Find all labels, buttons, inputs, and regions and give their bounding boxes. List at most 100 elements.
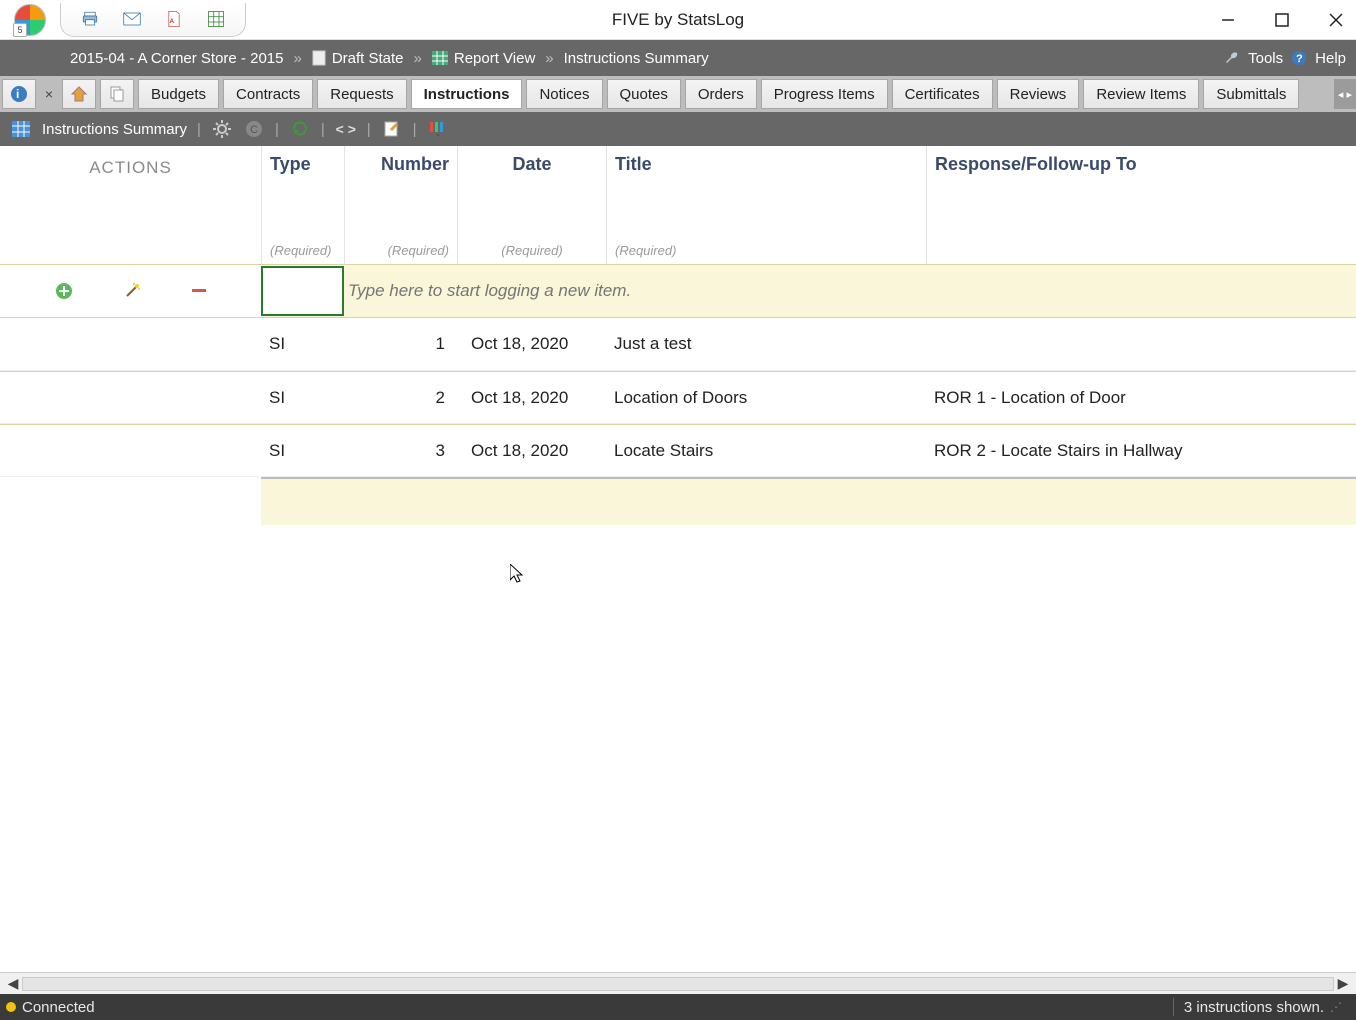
quick-access-toolbar: A xyxy=(60,3,246,37)
tab-budgets[interactable]: Budgets xyxy=(138,79,219,109)
help-link[interactable]: Help xyxy=(1315,50,1346,67)
cell-date: Oct 18, 2020 xyxy=(457,388,606,408)
breadcrumb-project[interactable]: 2015-04 - A Corner Store - 2015 xyxy=(70,50,283,67)
cell-date: Oct 18, 2020 xyxy=(457,441,606,461)
close-button[interactable] xyxy=(1324,8,1348,32)
refresh-icon[interactable] xyxy=(289,118,311,140)
breadcrumb-page[interactable]: Instructions Summary xyxy=(564,50,709,67)
column-header-title[interactable]: Title (Required) xyxy=(606,146,926,264)
svg-text:C: C xyxy=(250,124,258,136)
cell-type: SI xyxy=(261,441,344,461)
record-count: 3 instructions shown. xyxy=(1184,999,1324,1016)
tab-review-items[interactable]: Review Items xyxy=(1083,79,1199,109)
gear-icon[interactable] xyxy=(211,118,233,140)
connection-indicator-icon xyxy=(6,1002,16,1012)
column-header-number[interactable]: Number (Required) xyxy=(344,146,457,264)
new-row-actions xyxy=(0,265,261,317)
table-row[interactable]: SI2Oct 18, 2020Location of DoorsROR 1 - … xyxy=(0,371,1356,424)
tab-scroll-arrows[interactable]: ◂ ▸ xyxy=(1334,79,1356,109)
help-icon[interactable]: ? xyxy=(1291,50,1307,66)
tab-quotes[interactable]: Quotes xyxy=(607,79,681,109)
tab-reviews[interactable]: Reviews xyxy=(997,79,1080,109)
title-bar: A FIVE by StatsLog xyxy=(0,0,1356,40)
tab-certificates[interactable]: Certificates xyxy=(892,79,993,109)
cell-response: ROR 2 - Locate Stairs in Hallway xyxy=(926,441,1356,461)
column-header-date[interactable]: Date (Required) xyxy=(457,146,606,264)
cell-response: ROR 1 - Location of Door xyxy=(926,388,1356,408)
cell-title: Location of Doors xyxy=(606,388,926,408)
breadcrumb-view[interactable]: Report View xyxy=(454,50,535,67)
tab-progress-items[interactable]: Progress Items xyxy=(761,79,888,109)
chevron-icon: » xyxy=(545,50,553,67)
breadcrumb-state[interactable]: Draft State xyxy=(332,50,404,67)
add-icon[interactable] xyxy=(55,282,73,300)
tab-contracts[interactable]: Contracts xyxy=(223,79,313,109)
new-row-type-cell[interactable] xyxy=(261,266,344,316)
pdf-icon[interactable]: A xyxy=(165,10,183,28)
home-button[interactable] xyxy=(62,79,96,109)
table-icon xyxy=(432,51,448,65)
actions-header: ACTIONS xyxy=(0,146,261,264)
svg-text:i: i xyxy=(16,87,19,101)
tab-submittals[interactable]: Submittals xyxy=(1203,79,1299,109)
copyright-icon[interactable]: C xyxy=(243,118,265,140)
wrench-icon[interactable] xyxy=(1224,50,1240,66)
status-bar: Connected 3 instructions shown. ⋰ xyxy=(0,994,1356,1020)
grid-header: ACTIONS Type (Required) Number (Required… xyxy=(0,146,1356,264)
tab-requests[interactable]: Requests xyxy=(317,79,406,109)
cell-number: 1 xyxy=(344,334,457,354)
scroll-track[interactable] xyxy=(22,977,1334,991)
content-area: ACTIONS Type (Required) Number (Required… xyxy=(0,146,1356,972)
column-header-type[interactable]: Type (Required) xyxy=(261,146,344,264)
close-tab-button[interactable]: × xyxy=(40,79,58,109)
minimize-button[interactable] xyxy=(1216,8,1240,32)
wand-icon[interactable] xyxy=(123,282,141,300)
column-header-response[interactable]: Response/Follow-up To xyxy=(926,146,1356,264)
maximize-button[interactable] xyxy=(1270,8,1294,32)
document-icon xyxy=(312,50,326,66)
cursor-icon xyxy=(510,564,528,586)
resize-grip-icon[interactable]: ⋰ xyxy=(1330,1000,1340,1014)
app-logo[interactable] xyxy=(6,1,54,39)
new-row-input[interactable] xyxy=(344,281,1044,301)
chevron-icon: » xyxy=(293,50,301,67)
breadcrumb: 2015-04 - A Corner Store - 2015 » Draft … xyxy=(0,40,1356,76)
excel-icon[interactable] xyxy=(207,10,225,28)
cell-number: 3 xyxy=(344,441,457,461)
table-row[interactable]: SI1Oct 18, 2020Just a test xyxy=(0,318,1356,371)
tab-notices[interactable]: Notices xyxy=(526,79,602,109)
svg-text:?: ? xyxy=(1296,53,1303,65)
cell-number: 2 xyxy=(344,388,457,408)
info-button[interactable]: i xyxy=(2,79,36,109)
scroll-left-icon[interactable]: ◀ xyxy=(4,975,22,992)
cell-title: Locate Stairs xyxy=(606,441,926,461)
connection-status: Connected xyxy=(22,999,95,1016)
edit-icon[interactable] xyxy=(381,118,403,140)
svg-text:A: A xyxy=(170,18,175,25)
tab-instructions[interactable]: Instructions xyxy=(411,79,523,109)
email-icon[interactable] xyxy=(123,10,141,28)
cell-date: Oct 18, 2020 xyxy=(457,334,606,354)
tabs-row: i × BudgetsContractsRequestsInstructions… xyxy=(0,76,1356,112)
cell-type: SI xyxy=(261,388,344,408)
print-icon[interactable] xyxy=(81,10,99,28)
cell-title: Just a test xyxy=(606,334,926,354)
tools-link[interactable]: Tools xyxy=(1248,50,1283,67)
remove-icon[interactable] xyxy=(192,288,206,294)
view-title: Instructions Summary xyxy=(42,121,187,138)
table-row[interactable]: SI3Oct 18, 2020Locate StairsROR 2 - Loca… xyxy=(0,424,1356,477)
cell-type: SI xyxy=(261,334,344,354)
copy-button[interactable] xyxy=(100,79,134,109)
view-toolbar: Instructions Summary | C | | < > | | xyxy=(0,112,1356,146)
table-icon xyxy=(10,118,32,140)
window-controls xyxy=(1216,8,1348,32)
scroll-right-icon[interactable]: ▶ xyxy=(1334,975,1352,992)
window-title: FIVE by StatsLog xyxy=(612,10,744,30)
code-icon[interactable]: < > xyxy=(335,118,357,140)
chevron-icon: » xyxy=(414,50,422,67)
new-entry-row xyxy=(0,264,1356,318)
grid-footer-strip xyxy=(261,477,1356,525)
sort-columns-icon[interactable] xyxy=(427,118,449,140)
tab-orders[interactable]: Orders xyxy=(685,79,757,109)
horizontal-scrollbar[interactable]: ◀ ▶ xyxy=(0,972,1356,994)
